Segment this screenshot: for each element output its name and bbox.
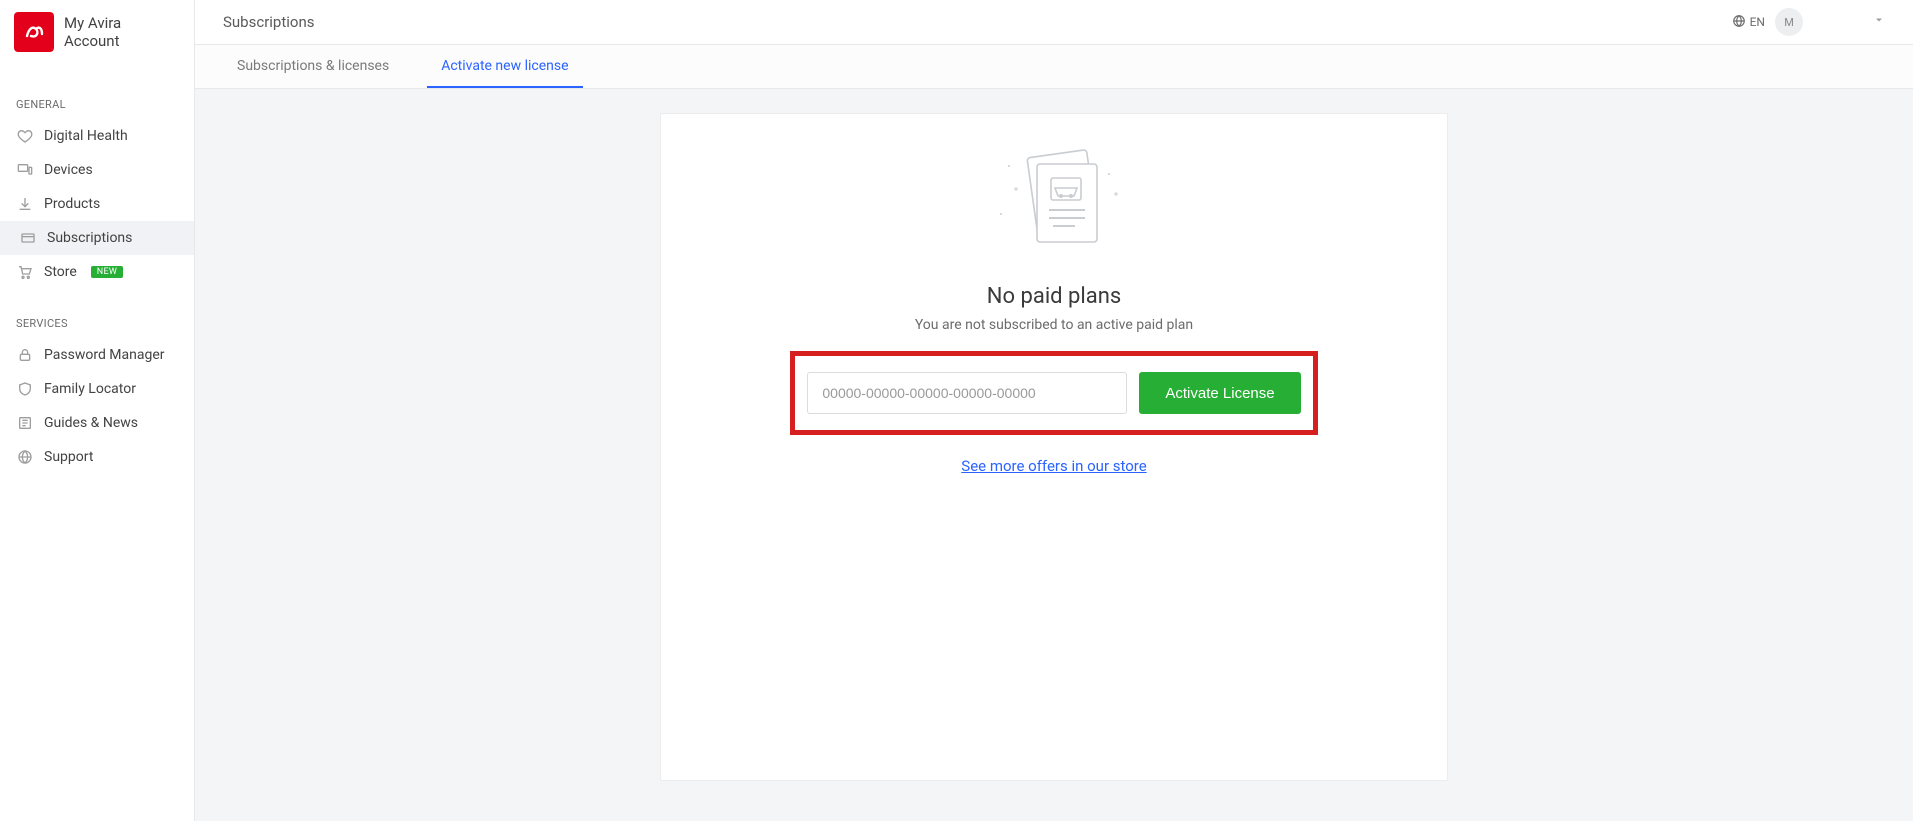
avira-logo-icon xyxy=(14,12,54,52)
sidebar-item-password-manager[interactable]: Password Manager xyxy=(0,338,194,372)
sidebar-item-subscriptions[interactable]: Subscriptions xyxy=(0,221,194,255)
sidebar-item-guides-news[interactable]: Guides & News xyxy=(0,406,194,440)
see-more-offers-link[interactable]: See more offers in our store xyxy=(961,457,1146,475)
activate-card: No paid plans You are not subscribed to … xyxy=(660,113,1448,781)
tab-subscriptions-licenses[interactable]: Subscriptions & licenses xyxy=(223,45,403,88)
empty-state-illustration-icon xyxy=(979,144,1129,258)
devices-icon xyxy=(16,161,34,179)
shield-icon xyxy=(16,380,34,398)
sidebar-item-devices[interactable]: Devices xyxy=(0,153,194,187)
globe-icon xyxy=(1732,14,1746,31)
account-menu-dropdown[interactable] xyxy=(1873,14,1885,30)
sidebar-item-label: Guides & News xyxy=(44,415,138,431)
sidebar-item-products[interactable]: Products xyxy=(0,187,194,221)
sidebar-item-family-locator[interactable]: Family Locator xyxy=(0,372,194,406)
empty-state-title: No paid plans xyxy=(987,284,1121,309)
heart-icon xyxy=(16,127,34,145)
tab-activate-new-license[interactable]: Activate new license xyxy=(427,45,582,88)
sidebar-item-label: Digital Health xyxy=(44,128,128,144)
nav-section-services: SERVICES xyxy=(0,289,194,338)
activate-license-button[interactable]: Activate License xyxy=(1139,372,1300,414)
sidebar-item-digital-health[interactable]: Digital Health xyxy=(0,119,194,153)
sidebar-item-store[interactable]: Store NEW xyxy=(0,255,194,289)
activate-row-highlight: Activate License xyxy=(790,351,1317,435)
avatar[interactable]: M xyxy=(1775,8,1803,36)
sidebar-item-label: Subscriptions xyxy=(47,230,132,246)
sidebar: My Avira Account GENERAL Digital Health … xyxy=(0,0,195,821)
sidebar-item-label: Devices xyxy=(44,162,93,178)
brand-line1: My Avira xyxy=(64,14,121,32)
sidebar-item-label: Products xyxy=(44,196,100,212)
empty-state-subtitle: You are not subscribed to an active paid… xyxy=(915,317,1193,333)
cart-icon xyxy=(16,263,34,281)
page-title: Subscriptions xyxy=(223,13,314,31)
brand[interactable]: My Avira Account xyxy=(0,0,194,70)
main: Subscriptions EN M Subscriptions & licen… xyxy=(195,0,1913,821)
news-icon xyxy=(16,414,34,432)
sidebar-item-label: Store xyxy=(44,264,77,280)
lock-icon xyxy=(16,346,34,364)
license-key-input[interactable] xyxy=(807,372,1127,414)
nav-section-general: GENERAL xyxy=(0,70,194,119)
sidebar-item-label: Support xyxy=(44,449,93,465)
brand-title: My Avira Account xyxy=(64,14,121,50)
content: No paid plans You are not subscribed to … xyxy=(195,89,1913,821)
tabbar: Subscriptions & licenses Activate new li… xyxy=(195,45,1913,89)
download-icon xyxy=(16,195,34,213)
language-label: EN xyxy=(1750,15,1765,29)
sidebar-item-support[interactable]: Support xyxy=(0,440,194,474)
topbar: Subscriptions EN M xyxy=(195,0,1913,45)
card-icon xyxy=(19,229,37,247)
chevron-down-icon xyxy=(1873,14,1885,26)
sidebar-item-label: Family Locator xyxy=(44,381,136,397)
sidebar-item-label: Password Manager xyxy=(44,347,165,363)
language-selector[interactable]: EN xyxy=(1732,14,1765,31)
globe-icon xyxy=(16,448,34,466)
brand-line2: Account xyxy=(64,32,121,50)
new-badge: NEW xyxy=(91,266,123,278)
